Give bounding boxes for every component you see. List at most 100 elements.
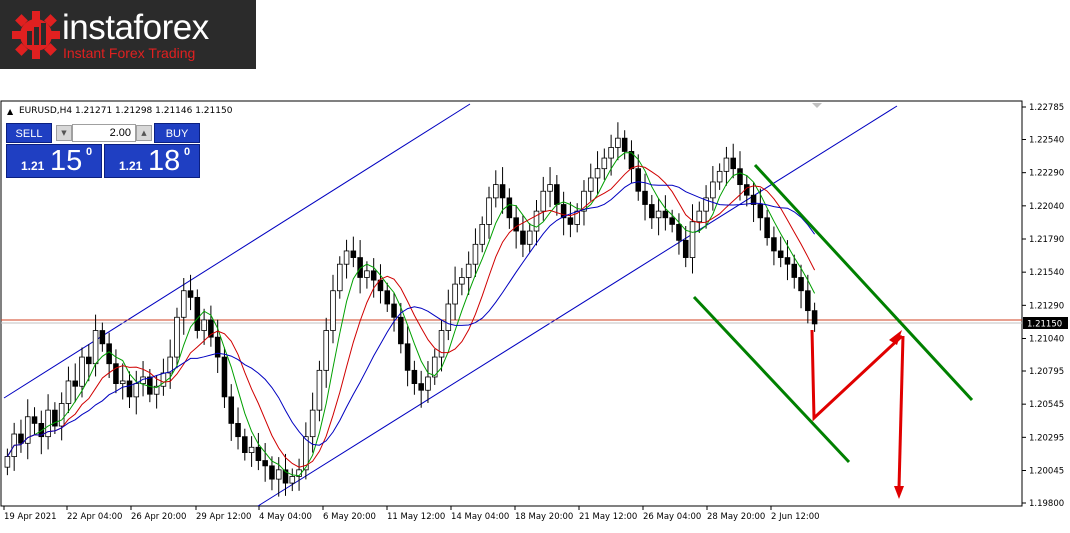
candle-body [79,356,85,387]
candle-body [642,190,648,205]
candle-body [696,210,703,223]
candle-body [126,380,133,398]
x-tick-label: 28 May 20:00 [707,512,765,522]
sell-price-prefix: 1.21 [21,159,45,173]
candle-body [309,409,316,438]
candle-body [289,476,296,484]
candle-body [784,257,791,265]
candle-body [364,270,370,278]
candle-body [798,277,804,292]
candle-body [533,210,540,232]
sell-price-sup: 0 [86,146,93,158]
candle-body [58,403,65,427]
price-label-text: 1.21150 [1027,320,1062,330]
candle-body [635,168,642,192]
buy-price-button[interactable]: 1.21 18 0 [104,144,200,178]
sell-button[interactable]: SELL [6,123,52,143]
candle-body [411,369,418,385]
candle-body [248,446,255,453]
y-tick-label: 1.21290 [1029,301,1064,311]
chart-title: EURUSD,H4 1.21271 1.21298 1.21146 1.2115… [19,106,233,116]
candle-body [554,184,560,205]
candle-body [608,147,614,159]
instaforex-logo: instaforex Instant Forex Trading [0,0,256,69]
candle-body [391,303,397,318]
logo-tagline: Instant Forex Trading [63,45,196,61]
candle-body [72,380,78,387]
candle-body [506,197,513,219]
y-tick-label: 1.22540 [1029,136,1064,146]
x-axis: 19 Apr 2021 22 Apr 04:00 26 Apr 20:00 29 Ap… [3,506,820,522]
candle-body [452,283,458,305]
candle-body [194,296,201,331]
candle-body [31,416,38,424]
y-tick-label: 1.20545 [1029,400,1064,410]
candle-body [398,316,404,345]
candle-body [594,168,601,179]
x-tick-label: 6 May 20:00 [323,512,376,522]
candle-body [221,356,228,398]
candle-body [649,204,655,219]
candle-body [526,230,533,245]
candle-body [513,217,519,232]
candle-body [201,319,207,331]
x-tick-label: 22 Apr 04:00 [67,512,122,522]
candle-body [587,177,594,192]
candle-body [723,157,730,172]
candle-body [465,263,472,278]
sell-price-button[interactable]: 1.21 15 0 [6,144,102,178]
current-price-label: 1.21150 [1023,317,1068,330]
candle-body [567,217,574,225]
candle-body [655,210,662,219]
candle-body [445,303,452,331]
candle-body [621,137,628,152]
candle-body [459,277,465,285]
logo-name: instaforex [62,8,209,47]
candle-body [771,237,777,252]
lot-size-input[interactable]: 2.00 [72,124,136,142]
sell-price-big: 15 [50,145,83,177]
lot-decrease-icon[interactable]: ▼ [56,125,72,141]
candle-body [615,137,621,148]
candle-body [472,243,479,265]
candle-body [520,230,526,245]
candle-body [262,460,268,467]
candle-body [811,310,818,325]
candle-body [404,343,411,371]
x-tick-label: 29 Apr 12:00 [196,512,251,522]
candle-body [737,168,743,186]
candle-body [499,184,506,199]
one-click-trade-panel: SELL ▼ 2.00 ▲ BUY 1.21 15 0 1.21 18 0 [6,121,201,178]
gear-logo-icon [12,11,60,59]
candle-body [86,356,92,365]
y-tick-label: 1.22040 [1029,202,1064,212]
candle-body [255,446,262,461]
buy-button[interactable]: BUY [154,123,200,143]
candle-body [493,184,499,199]
candle-body [547,184,553,192]
x-tick-label: 4 May 04:00 [259,512,312,522]
candle-body [316,369,323,411]
y-tick-label: 1.20045 [1029,466,1064,476]
candle-body [676,224,682,241]
candle-body [269,465,275,480]
y-tick-label: 1.22290 [1029,169,1064,179]
candle-body [757,204,764,219]
x-tick-label: 14 May 04:00 [451,512,509,522]
candle-body [323,330,329,371]
lot-increase-icon[interactable]: ▲ [136,125,152,141]
x-tick-label: 26 May 04:00 [643,512,701,522]
x-tick-label: 26 Apr 20:00 [131,512,186,522]
candle-body [479,224,485,245]
candle-body [764,217,770,239]
candle-body [133,383,140,398]
candle-body [99,330,106,345]
candle-body [174,316,180,358]
candle-body [370,270,377,281]
y-tick-label: 1.19800 [1029,499,1064,509]
candle-body [777,250,784,258]
candle-body [275,469,282,480]
candle-body [18,433,24,444]
candle-body [228,396,235,424]
candle-body [337,263,343,292]
